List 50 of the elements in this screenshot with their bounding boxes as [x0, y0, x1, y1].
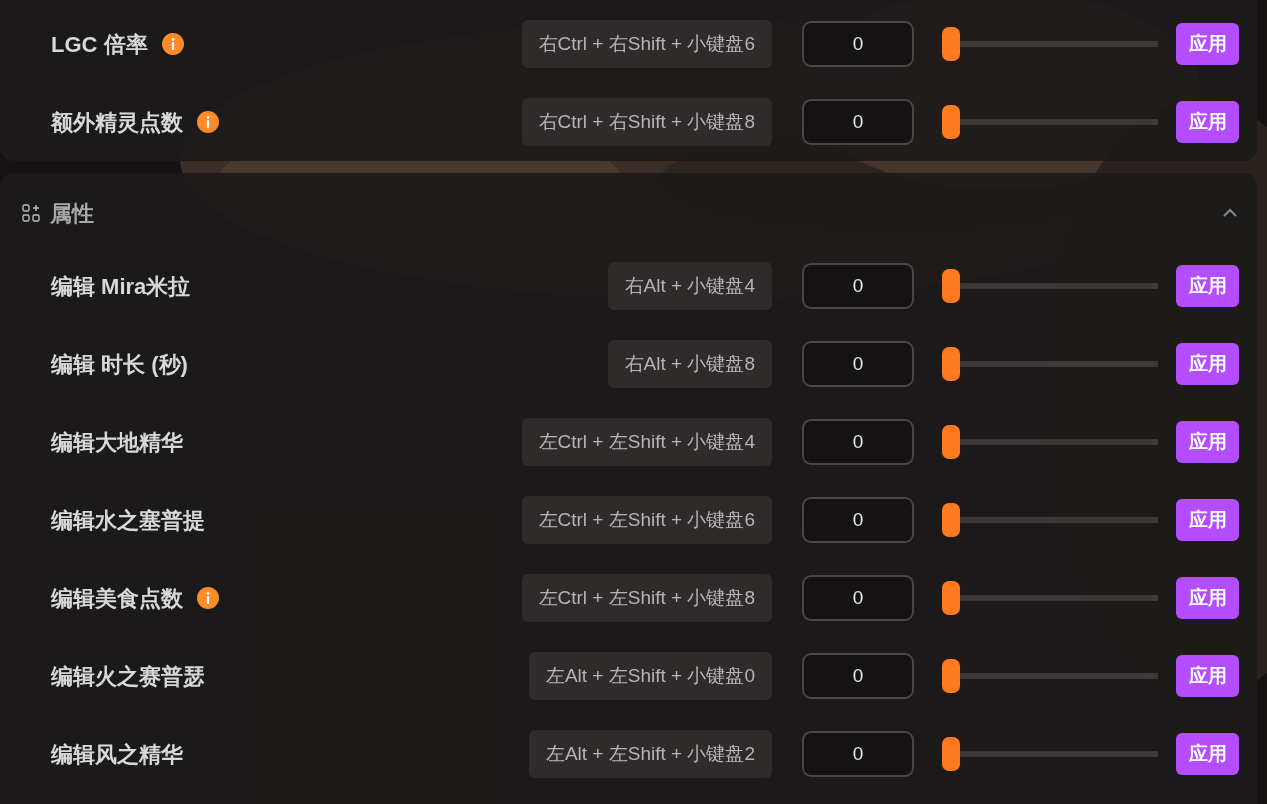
hotkey-label: 左Ctrl + 左Shift + 小键盘4	[521, 418, 772, 466]
hotkey-label: 左Alt + 左Shift + 小键盘2	[528, 730, 772, 778]
apply-button[interactable]: 应用	[1176, 733, 1239, 775]
slider-thumb[interactable]	[942, 581, 960, 615]
setting-label: 编辑 Mira米拉	[51, 272, 191, 301]
apply-button[interactable]: 应用	[1176, 577, 1239, 619]
hotkey-label: 右Ctrl + 右Shift + 小键盘8	[521, 98, 772, 146]
value-field[interactable]: 0	[802, 263, 914, 309]
info-icon[interactable]	[197, 111, 219, 133]
value-field[interactable]: 0	[802, 341, 914, 387]
apply-button[interactable]: 应用	[1176, 421, 1239, 463]
setting-label: 编辑大地精华	[51, 428, 183, 457]
info-icon[interactable]	[197, 587, 219, 609]
slider-thumb[interactable]	[942, 737, 960, 771]
info-icon[interactable]	[161, 33, 184, 55]
slider-thumb[interactable]	[942, 105, 960, 139]
apply-button[interactable]: 应用	[1176, 265, 1239, 307]
setting-label: 额外精灵点数	[51, 108, 183, 137]
value-field[interactable]: 0	[802, 99, 914, 145]
value-field[interactable]: 0	[802, 497, 914, 543]
apply-button[interactable]: 应用	[1176, 499, 1239, 541]
value-field[interactable]: 0	[802, 419, 914, 465]
setting-label: 编辑风之精华	[51, 740, 183, 769]
value-field[interactable]: 0	[802, 653, 914, 699]
hotkey-label: 左Ctrl + 左Shift + 小键盘8	[521, 574, 772, 622]
value-field[interactable]: 0	[802, 575, 914, 621]
slider-thumb[interactable]	[942, 659, 960, 693]
apply-button[interactable]: 应用	[1176, 23, 1239, 65]
setting-label: LGC 倍率	[51, 30, 148, 59]
apply-button[interactable]: 应用	[1176, 655, 1239, 697]
setting-label: 编辑水之塞普提	[51, 506, 205, 535]
setting-label: 编辑火之赛普瑟	[51, 662, 205, 691]
slider-thumb[interactable]	[942, 425, 960, 459]
hotkey-label: 右Alt + 小键盘4	[607, 262, 772, 310]
apply-button[interactable]: 应用	[1176, 343, 1239, 385]
value-field[interactable]: 0	[802, 21, 914, 67]
grid-icon	[22, 204, 40, 222]
hotkey-label: 左Ctrl + 左Shift + 小键盘6	[521, 496, 772, 544]
setting-label: 编辑美食点数	[51, 584, 183, 613]
slider-thumb[interactable]	[942, 503, 960, 537]
hotkey-label: 右Alt + 小键盘8	[607, 340, 772, 388]
hotkey-label: 右Ctrl + 右Shift + 小键盘6	[521, 20, 772, 68]
value-field[interactable]: 0	[802, 731, 914, 777]
slider-thumb[interactable]	[942, 27, 960, 61]
setting-label: 编辑 时长 (秒)	[51, 350, 188, 379]
slider-thumb[interactable]	[942, 269, 960, 303]
apply-button[interactable]: 应用	[1176, 101, 1239, 143]
hotkey-label: 左Alt + 左Shift + 小键盘0	[528, 652, 772, 700]
section-title: 属性	[50, 199, 94, 228]
slider-thumb[interactable]	[942, 347, 960, 381]
